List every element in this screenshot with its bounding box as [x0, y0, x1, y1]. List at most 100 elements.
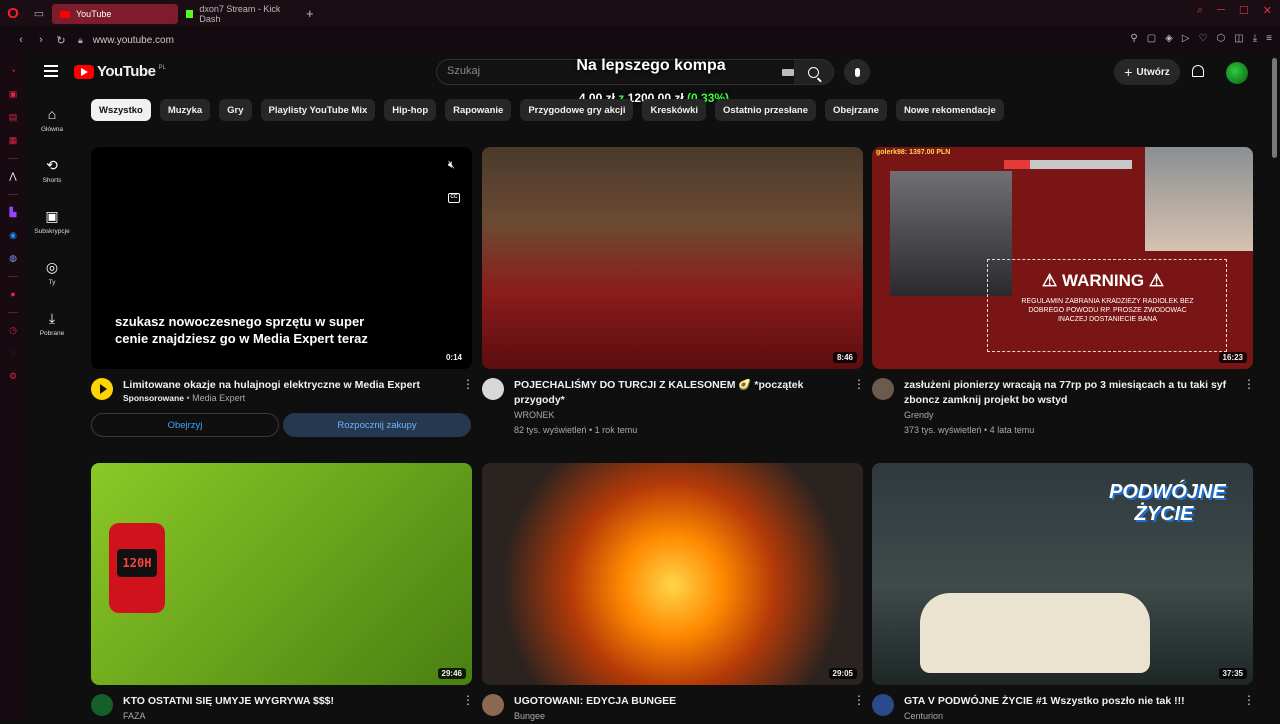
reload-icon[interactable]: ↻ [52, 34, 70, 47]
channel-avatar[interactable] [91, 694, 113, 716]
chip-new-recommendations[interactable]: Nowe rekomendacje [895, 99, 1004, 121]
create-button[interactable]: + Utwórz [1114, 59, 1180, 85]
shield-icon[interactable]: ◈ [1165, 33, 1173, 44]
video-title[interactable]: UGOTOWANI: EDYCJA BUNGEE [514, 694, 853, 709]
chip-rap[interactable]: Rapowanie [445, 99, 512, 121]
video-title[interactable]: POJECHALIŚMY DO TURCJI Z KALESONEM 🥑 *po… [514, 378, 853, 408]
snapshot-icon[interactable]: ▢ [1147, 33, 1156, 44]
video-card: 120H 29:46 KTO OSTATNI SIĘ UMYJE WYGRYWA… [91, 463, 474, 724]
channel-name[interactable]: Centurion [904, 709, 1243, 724]
sidebar-item-subscriptions[interactable]: ▣ Subskrypcje [26, 196, 78, 247]
chip-hiphop[interactable]: Hip-hop [384, 99, 437, 121]
lock-icon[interactable]: 🔒︎ [78, 35, 83, 46]
notifications-bell-icon[interactable] [1192, 65, 1204, 77]
opera-logo-icon[interactable]: O [0, 0, 26, 26]
extensions-icon[interactable]: ⬡ [1217, 33, 1226, 44]
video-title[interactable]: KTO OSTATNI SIĘ UMYJE WYGRYWA $$$! [123, 694, 462, 709]
twitch-icon[interactable]: ▙ [7, 206, 19, 218]
heart-icon[interactable]: ♡ [1199, 33, 1208, 44]
download-icon[interactable]: ⤓ [1253, 33, 1257, 44]
maximize-icon[interactable]: ☐ [1239, 4, 1249, 17]
chip-all[interactable]: Wszystko [91, 99, 151, 121]
news-icon[interactable]: ▦ [7, 134, 19, 146]
discord-icon[interactable]: ◍ [7, 252, 19, 264]
chip-music[interactable]: Muzyka [159, 99, 211, 121]
mute-icon[interactable]: 🔇︎ [448, 159, 460, 171]
url-field[interactable]: www.youtube.com [93, 35, 174, 46]
channel-avatar[interactable] [872, 378, 894, 400]
channel-avatar[interactable] [482, 694, 504, 716]
sidebar-item-downloads[interactable]: ⤓ Pobrane [26, 298, 78, 349]
clock-icon[interactable]: ◷ [7, 324, 19, 336]
advertiser-name[interactable]: Media Expert [192, 393, 245, 403]
more-options-icon[interactable]: ⋮ [1243, 378, 1255, 438]
aria-icon[interactable]: ⋀ [7, 170, 19, 182]
video-thumbnail[interactable]: 120H 29:46 [91, 463, 472, 685]
pin-icon[interactable]: ⚲ [1130, 33, 1137, 44]
shop-button[interactable]: Rozpocznij zakupy [283, 413, 471, 437]
chat-icon[interactable]: ◌ [7, 347, 19, 359]
wallet-icon[interactable]: ▤ [7, 111, 19, 123]
sponsored-label: Sponsorowane [123, 393, 184, 403]
sidebar-item-shorts[interactable]: ⟲ Shorts [26, 145, 78, 196]
youtube-play-logo-icon [74, 64, 94, 79]
forward-icon[interactable]: › [32, 34, 50, 46]
menu-icon[interactable]: ≡ [1266, 33, 1272, 44]
more-options-icon[interactable]: ⋮ [853, 378, 865, 438]
close-icon[interactable]: ✕ [1263, 4, 1272, 17]
channel-name[interactable]: Grendy [904, 408, 1243, 423]
channel-avatar[interactable] [482, 378, 504, 400]
record-icon[interactable]: ● [7, 288, 19, 300]
minimize-icon[interactable]: ─ [1217, 4, 1225, 17]
keyboard-icon[interactable] [782, 69, 794, 76]
advertiser-avatar[interactable] [91, 378, 113, 400]
messenger-icon[interactable]: ◉ [7, 229, 19, 241]
new-tab-icon[interactable]: + [306, 6, 314, 21]
settings-icon[interactable]: ⚙ [7, 370, 19, 382]
video-meta: Limitowane okazje na hulajnogi elektrycz… [91, 378, 474, 403]
sidebar-item-label: Shorts [42, 177, 62, 184]
more-options-icon[interactable]: ⋮ [462, 378, 474, 403]
voice-search-button[interactable] [844, 59, 870, 85]
captions-icon[interactable]: CC [448, 193, 460, 203]
warning-heading: ⚠ WARNING ⚠ [1042, 271, 1165, 290]
chip-cartoons[interactable]: Kreskówki [642, 99, 706, 121]
youtube-logo[interactable]: YouTube PL [74, 63, 166, 80]
video-thumbnail[interactable]: golerk98: 1397.00 PLN ⚠ WARNING ⚠ REGULA… [872, 147, 1253, 369]
video-thumbnail[interactable]: 8:46 [482, 147, 863, 369]
search-button[interactable] [794, 59, 834, 85]
video-meta-text: Limitowane okazje na hulajnogi elektrycz… [123, 378, 462, 403]
sidebar-item-you[interactable]: ◎ Ty [26, 247, 78, 298]
video-thumbnail[interactable]: PODWÓJNE ŻYCIE 37:35 [872, 463, 1253, 685]
tab-youtube[interactable]: YouTube [52, 4, 178, 24]
back-icon[interactable]: ‹ [12, 34, 30, 46]
bag-icon[interactable]: ▣ [7, 88, 19, 100]
chip-recently-uploaded[interactable]: Ostatnio przesłane [715, 99, 816, 121]
video-thumbnail[interactable]: 29:05 [482, 463, 863, 685]
video-title[interactable]: GTA V PODWÓJNE ŻYCIE #1 Wszystko poszło … [904, 694, 1243, 709]
ad-video-player[interactable]: 🔇︎ CC szukasz nowoczesnego sprzętu w sup… [91, 147, 472, 369]
hamburger-menu-icon[interactable] [44, 65, 58, 77]
chip-games[interactable]: Gry [219, 99, 252, 121]
channel-name[interactable]: WRONEK [514, 408, 853, 423]
video-title[interactable]: zasłużeni pionierzy wracają na 77rp po 3… [904, 378, 1243, 408]
tab-kick[interactable]: dxon7 Stream - Kick Dash [178, 4, 304, 24]
chip-action-adventure[interactable]: Przygodowe gry akcji [520, 99, 634, 121]
wallet-icon[interactable]: ◫ [1234, 33, 1243, 44]
channel-name[interactable]: FAZA [123, 709, 462, 724]
channel-name[interactable]: Bungee [514, 709, 853, 724]
chip-watched[interactable]: Obejrzane [825, 99, 887, 121]
play-icon[interactable]: ▷ [1182, 33, 1190, 44]
youtube-favicon-icon [60, 10, 70, 18]
video-title[interactable]: Limitowane okazje na hulajnogi elektrycz… [123, 378, 462, 393]
account-avatar[interactable] [1226, 62, 1248, 84]
channel-avatar[interactable] [872, 694, 894, 716]
search-tabs-icon[interactable]: ⌕ [1197, 4, 1203, 17]
history-icon[interactable]: ◔ [7, 65, 19, 77]
webcam-right [1145, 147, 1253, 251]
watch-button[interactable]: Obejrzyj [91, 413, 279, 437]
page-scrollbar[interactable] [1272, 58, 1277, 158]
sidebar-item-home[interactable]: ⌂ Główna [26, 94, 78, 145]
chip-mix[interactable]: Playlisty YouTube Mix [260, 99, 376, 121]
tab-menu-icon[interactable]: ▭ [26, 0, 52, 26]
